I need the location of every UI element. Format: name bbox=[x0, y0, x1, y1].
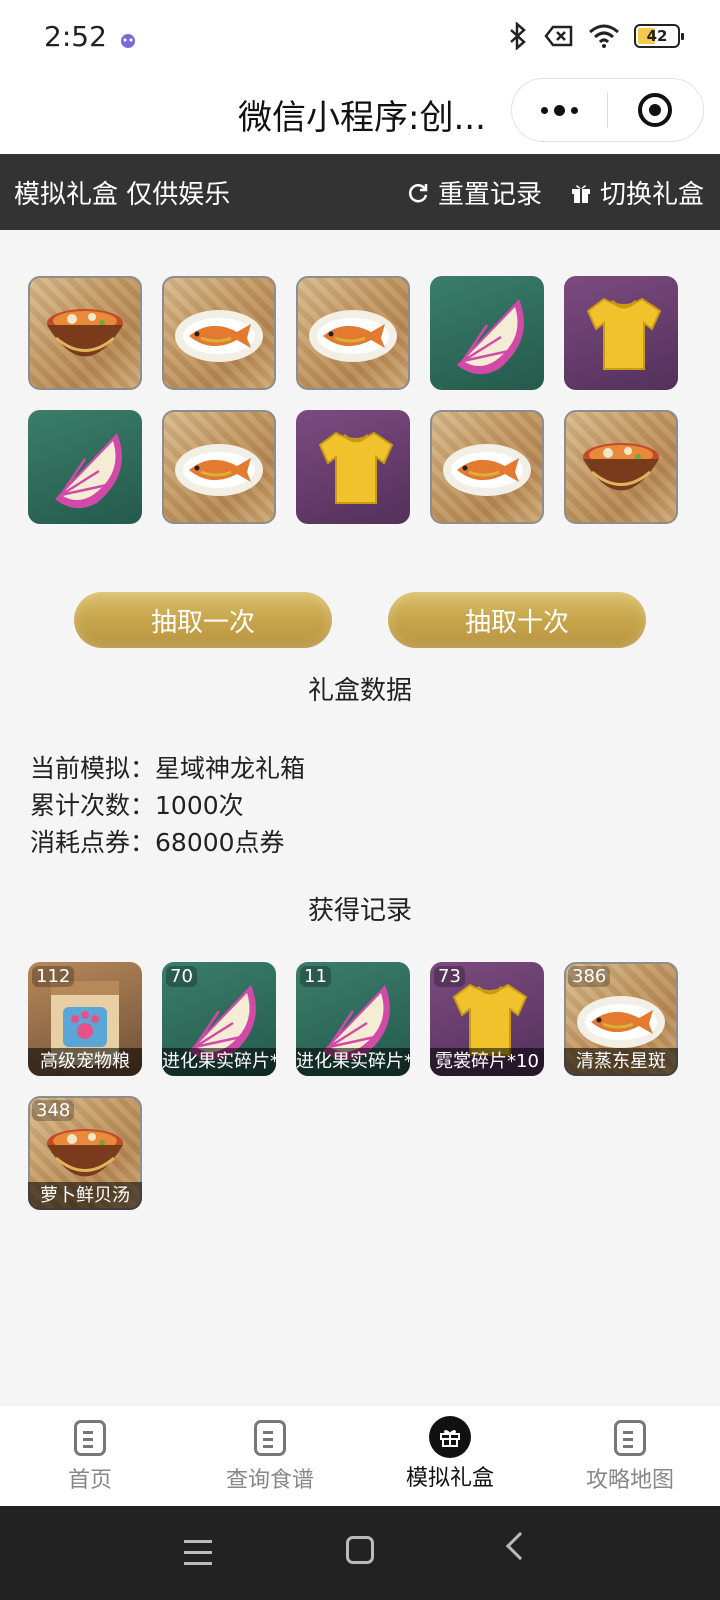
record-count: 73 bbox=[434, 966, 465, 987]
wifi-icon bbox=[589, 24, 619, 48]
stat-count-label: 累计次数： bbox=[30, 791, 156, 820]
draw-result-item bbox=[28, 276, 142, 390]
tab-label: 首页 bbox=[67, 1468, 112, 1493]
record-item: 11 进化果实碎片*2 bbox=[296, 962, 410, 1076]
fish-icon bbox=[577, 996, 665, 1048]
draw-result-item bbox=[162, 410, 276, 524]
draw-result-item bbox=[430, 410, 544, 524]
fruit-icon bbox=[457, 299, 524, 375]
more-button[interactable] bbox=[512, 79, 607, 141]
stat-current-label: 当前模拟： bbox=[30, 754, 156, 783]
no-sim-icon bbox=[544, 25, 573, 47]
stat-cost-value: 68000点券 bbox=[155, 828, 285, 857]
tab-label: 模拟礼盒 bbox=[405, 1466, 494, 1491]
stat-cost-label: 消耗点券： bbox=[30, 828, 156, 857]
bluetooth-icon bbox=[510, 22, 526, 50]
gift-header: 模拟礼盒 仅供娱乐 重置记录 切换礼盒 bbox=[0, 154, 720, 230]
draw-result-item bbox=[296, 410, 410, 524]
record-name: 进化果实碎片*1 bbox=[162, 1048, 276, 1076]
reset-label: 重置记录 bbox=[438, 180, 543, 210]
record-item: 112 高级宠物粮 bbox=[28, 962, 142, 1076]
draw-result-item bbox=[564, 410, 678, 524]
record-count: 70 bbox=[166, 966, 197, 987]
draw-result-item bbox=[564, 276, 678, 390]
stats-section-title: 礼盒数据 bbox=[307, 676, 412, 706]
fish-icon bbox=[175, 310, 263, 362]
record-count: 11 bbox=[300, 966, 331, 987]
target-icon bbox=[638, 93, 673, 127]
fish-icon bbox=[175, 444, 263, 496]
record-item: 348 萝卜鲜贝汤 bbox=[28, 1096, 142, 1210]
back-icon[interactable] bbox=[505, 1531, 535, 1561]
soup-icon bbox=[47, 309, 123, 357]
draw-once-button[interactable]: 抽取一次 bbox=[74, 592, 332, 648]
gift-icon bbox=[572, 184, 590, 203]
battery-icon: 42 bbox=[634, 24, 684, 48]
fish-icon bbox=[309, 310, 397, 362]
app-notification-icon bbox=[121, 34, 135, 48]
stat-cost: 消耗点券：68000点券 bbox=[30, 824, 305, 861]
doc-icon bbox=[614, 1420, 646, 1456]
record-name: 高级宠物粮 bbox=[28, 1048, 142, 1076]
soup-icon bbox=[47, 1129, 123, 1177]
fish-icon bbox=[443, 444, 531, 496]
tab-gift-sim[interactable]: 模拟礼盒 bbox=[360, 1406, 540, 1506]
stat-current: 当前模拟：星域神龙礼箱 bbox=[30, 750, 305, 787]
bottom-tab-bar: 首页 查询食谱 模拟礼盒 攻略地图 bbox=[0, 1406, 720, 1506]
miniprogram-titlebar: 微信小程序:创... bbox=[0, 76, 720, 154]
tab-home[interactable]: 首页 bbox=[0, 1406, 180, 1506]
status-bar: 2:52 42 bbox=[0, 0, 720, 76]
draw-result-item bbox=[28, 410, 142, 524]
record-grid: 112 高级宠物粮 70 进化果实碎片*1 11 进化果实碎片*2 73 霓裳碎片*10 386… bbox=[28, 962, 688, 1210]
record-name: 清蒸东星斑 bbox=[564, 1048, 678, 1076]
close-miniprogram-button[interactable] bbox=[608, 79, 703, 141]
tab-label: 查询食谱 bbox=[225, 1468, 314, 1493]
record-count: 386 bbox=[568, 966, 611, 987]
draw-result-item bbox=[296, 276, 410, 390]
status-icons: 42 bbox=[506, 22, 684, 50]
records-section-title: 获得记录 bbox=[307, 896, 412, 926]
stat-count: 累计次数：1000次 bbox=[30, 787, 305, 824]
stat-current-value: 星域神龙礼箱 bbox=[155, 754, 306, 783]
system-nav-bar bbox=[0, 1506, 720, 1600]
record-name: 霓裳碎片*10 bbox=[430, 1048, 544, 1076]
doc-icon bbox=[74, 1420, 106, 1456]
draw-result-item bbox=[430, 276, 544, 390]
reset-record-button[interactable]: 重置记录 bbox=[406, 174, 542, 211]
record-item: 386 清蒸东星斑 bbox=[564, 962, 678, 1076]
record-name: 进化果实碎片*2 bbox=[296, 1048, 410, 1076]
record-item: 73 霓裳碎片*10 bbox=[430, 962, 544, 1076]
tab-guide-map[interactable]: 攻略地图 bbox=[540, 1406, 720, 1506]
switch-label: 切换礼盒 bbox=[600, 180, 705, 210]
record-count: 348 bbox=[32, 1100, 75, 1121]
doc-icon bbox=[254, 1420, 286, 1456]
draw-result-grid bbox=[28, 276, 688, 524]
record-name: 萝卜鲜贝汤 bbox=[28, 1182, 142, 1210]
tab-label: 攻略地图 bbox=[585, 1468, 674, 1493]
battery-level: 42 bbox=[646, 27, 668, 45]
shirt-icon bbox=[318, 431, 394, 504]
stats-block: 当前模拟：星域神龙礼箱 累计次数：1000次 消耗点券：68000点券 bbox=[30, 750, 305, 861]
status-time: 2:52 bbox=[44, 20, 107, 53]
header-title: 模拟礼盒 仅供娱乐 bbox=[14, 180, 231, 210]
soup-icon bbox=[583, 443, 659, 491]
shirt-icon bbox=[586, 297, 662, 370]
capsule-menu bbox=[511, 78, 704, 142]
tab-recipes[interactable]: 查询食谱 bbox=[180, 1406, 360, 1506]
page-title: 微信小程序:创... bbox=[238, 98, 486, 138]
switch-gift-button[interactable]: 切换礼盒 bbox=[570, 174, 704, 211]
stat-count-value: 1000次 bbox=[155, 791, 244, 820]
draw-ten-button[interactable]: 抽取十次 bbox=[388, 592, 646, 648]
refresh-icon bbox=[408, 183, 428, 202]
draw-result-item bbox=[162, 276, 276, 390]
gift-icon bbox=[429, 1416, 471, 1458]
record-item: 70 进化果实碎片*1 bbox=[162, 962, 276, 1076]
menu-icon[interactable] bbox=[184, 1540, 212, 1573]
fruit-icon bbox=[55, 433, 122, 509]
home-icon[interactable] bbox=[346, 1536, 374, 1564]
record-count: 112 bbox=[32, 966, 75, 987]
